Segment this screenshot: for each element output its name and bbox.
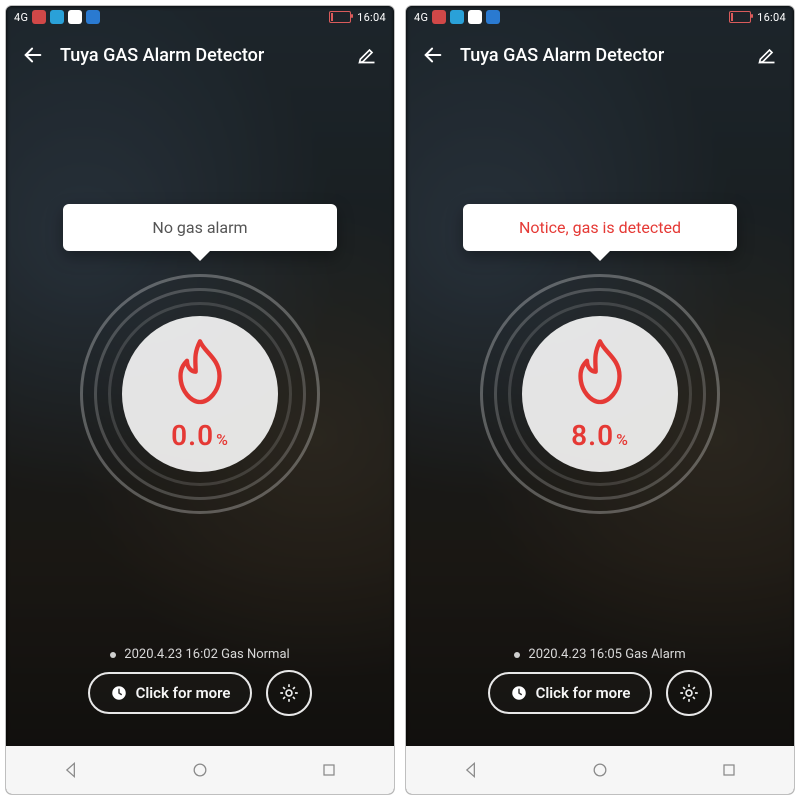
page-title: Tuya GAS Alarm Detector (460, 45, 664, 66)
click-for-more-button[interactable]: Click for more (88, 672, 253, 714)
status-bar: 4G 16:04 (406, 6, 794, 28)
android-nav-bar (406, 746, 794, 794)
status-icon (50, 10, 64, 24)
nav-recent-button[interactable] (319, 760, 339, 780)
app-bar: Tuya GAS Alarm Detector (6, 32, 394, 78)
battery-icon (729, 11, 751, 23)
status-icon (450, 10, 464, 24)
bullet-icon (514, 652, 520, 658)
more-label: Click for more (536, 684, 631, 702)
gas-percent: 0.0% (171, 419, 229, 452)
back-button[interactable] (420, 42, 446, 68)
nav-home-button[interactable] (190, 760, 210, 780)
clock-icon (110, 684, 128, 702)
nav-home-button[interactable] (590, 760, 610, 780)
status-icon (86, 10, 100, 24)
android-nav-bar (6, 746, 394, 794)
nav-back-button[interactable] (461, 760, 481, 780)
network-indicator: 4G (14, 11, 28, 24)
status-icon (68, 10, 82, 24)
settings-button[interactable] (266, 670, 312, 716)
gas-gauge: 8.0% (480, 274, 720, 514)
click-for-more-button[interactable]: Click for more (488, 672, 653, 714)
status-tooltip: No gas alarm (63, 204, 337, 251)
status-icon (432, 10, 446, 24)
nav-recent-button[interactable] (719, 760, 739, 780)
tooltip-text: Notice, gas is detected (519, 218, 681, 237)
action-row: Click for more (6, 670, 394, 716)
bullet-icon (110, 652, 116, 658)
nav-back-button[interactable] (61, 760, 81, 780)
action-row: Click for more (406, 670, 794, 716)
status-tooltip: Notice, gas is detected (463, 204, 737, 251)
gear-icon (278, 682, 300, 704)
settings-button[interactable] (666, 670, 712, 716)
app-bar: Tuya GAS Alarm Detector (406, 32, 794, 78)
network-indicator: 4G (414, 11, 428, 24)
clock: 16:04 (757, 11, 786, 24)
event-text: 2020.4.23 16:02 Gas Normal (124, 647, 289, 662)
status-icon (468, 10, 482, 24)
more-label: Click for more (136, 684, 231, 702)
status-icon (486, 10, 500, 24)
flame-icon (165, 337, 235, 415)
back-button[interactable] (20, 42, 46, 68)
status-bar: 4G 16:04 (6, 6, 394, 28)
event-log-line: 2020.4.23 16:05 Gas Alarm (406, 647, 794, 662)
battery-icon (329, 11, 351, 23)
flame-icon (565, 337, 635, 415)
edit-button[interactable] (354, 42, 380, 68)
gear-icon (678, 682, 700, 704)
clock-icon (510, 684, 528, 702)
event-log-line: 2020.4.23 16:02 Gas Normal (6, 647, 394, 662)
phone-screenshot: 4G 16:04 Tuya GAS Alarm Detector No gas … (6, 6, 394, 794)
clock: 16:04 (357, 11, 386, 24)
event-text: 2020.4.23 16:05 Gas Alarm (528, 647, 685, 662)
gas-percent: 8.0% (571, 419, 629, 452)
gas-gauge: 0.0% (80, 274, 320, 514)
page-title: Tuya GAS Alarm Detector (60, 45, 264, 66)
tooltip-text: No gas alarm (152, 218, 247, 237)
edit-button[interactable] (754, 42, 780, 68)
phone-screenshot: 4G 16:04 Tuya GAS Alarm Detector Notice,… (406, 6, 794, 794)
status-icon (32, 10, 46, 24)
